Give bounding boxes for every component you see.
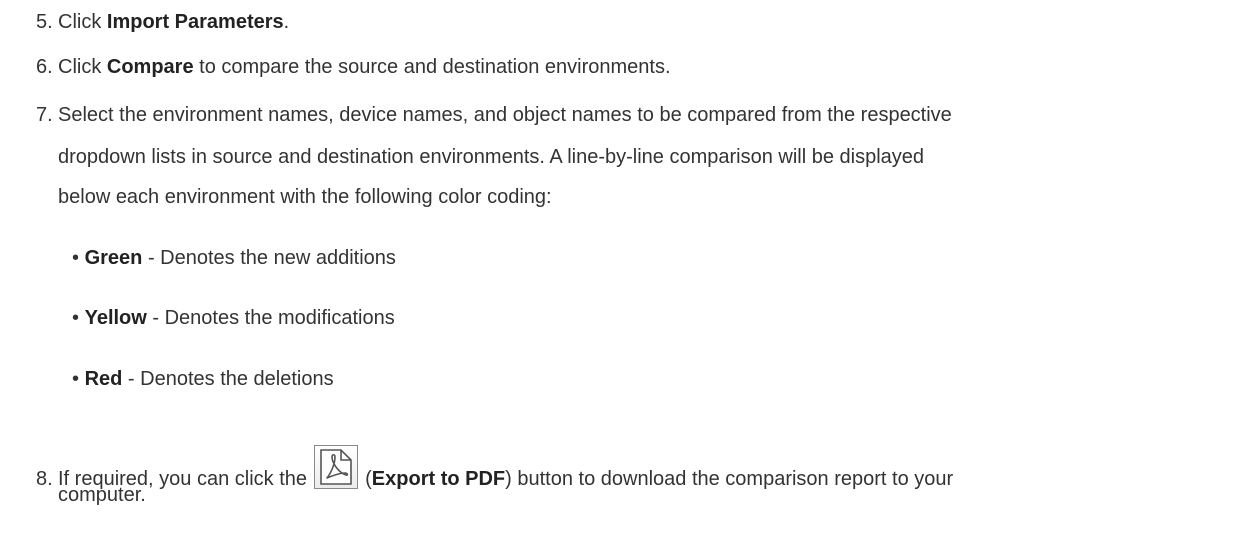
step-number: 5.: [36, 11, 53, 33]
import-parameters-label: Import Parameters: [106, 11, 284, 33]
step-7-line-3: below each environment with the followin…: [58, 186, 552, 208]
step-text-end: .: [283, 11, 290, 33]
bullet-marker: •: [72, 307, 80, 329]
bullet-text: - Denotes the modifications: [146, 307, 395, 329]
yellow-label: Yellow: [84, 307, 147, 329]
bullet-green: • Green - Denotes the new additions: [72, 246, 396, 270]
bullet-text: - Denotes the deletions: [122, 368, 334, 390]
step-6: 6. Click Compare to compare the source an…: [36, 55, 671, 79]
step-8-line-2: computer.: [58, 484, 146, 506]
step-text-end: to compare the source and destination en…: [193, 56, 671, 78]
bullet-marker: •: [72, 247, 80, 269]
step-number: 6.: [36, 56, 53, 78]
step-text: Select the environment names, device nam…: [58, 104, 952, 126]
step-8: 8. If required, you can click the (Export…: [36, 445, 953, 491]
bullet-text: - Denotes the new additions: [142, 247, 396, 269]
step-7: 7. Select the environment names, device n…: [36, 103, 952, 127]
bullet-yellow: • Yellow - Denotes the modifications: [72, 306, 395, 330]
bullet-marker: •: [72, 368, 80, 390]
step-text: Click: [58, 56, 107, 78]
compare-label: Compare: [106, 56, 194, 78]
step-text-end: ) button to download the comparison repo…: [505, 468, 954, 490]
red-label: Red: [84, 368, 123, 390]
step-text: Click: [58, 11, 107, 33]
export-to-pdf-icon[interactable]: [313, 445, 358, 489]
pdf-document-icon: [319, 449, 352, 485]
step-number: 8.: [36, 468, 53, 490]
step-7-line-2: dropdown lists in source and destination…: [58, 146, 925, 168]
step-number: 7.: [36, 104, 53, 126]
export-to-pdf-label: Export to PDF: [371, 468, 506, 490]
step-5: 5. Click Import Parameters.: [36, 10, 289, 34]
paren-open: (: [359, 468, 372, 490]
green-label: Green: [84, 247, 143, 269]
bullet-red: • Red - Denotes the deletions: [72, 367, 334, 391]
